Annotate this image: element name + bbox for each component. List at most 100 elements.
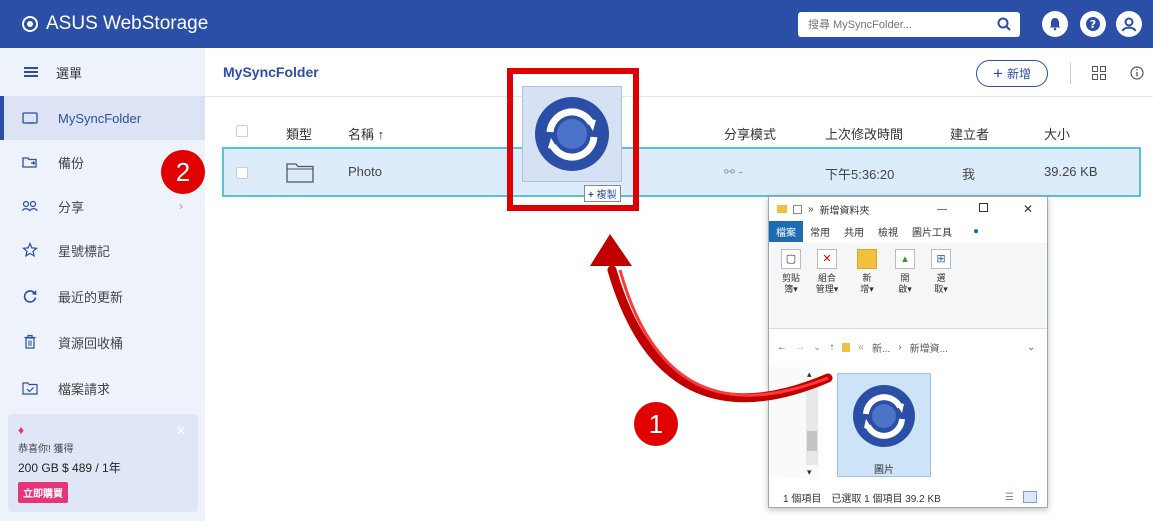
plus-icon: + [588,190,594,201]
col-creator[interactable]: 建立者 [950,124,989,143]
ribbon-label: 新 增▾ [860,273,874,294]
diamond-icon: ♦ [18,423,25,437]
plus-icon: + [993,63,1003,83]
path-separator-icon: › [898,341,902,353]
step-1-badge: 1 [634,402,678,446]
header-divider [205,96,1153,97]
sort-up-arrow-icon: ↑ [377,127,385,142]
scroll-down-icon[interactable]: ▾ [807,467,812,478]
file-label: 圖片 [874,465,894,476]
menu-toggle[interactable]: 選單 [0,48,205,96]
ribbon-label: 選 取▾ [934,273,948,294]
copy-tooltip: + 複製 [584,185,621,202]
hamburger-icon [24,67,38,77]
row-modified: 下午5:36:20 [825,167,895,182]
brand-logo-icon [22,16,38,32]
copy-label: 複製 [596,190,617,201]
row-creator: 我 [962,167,976,182]
user-avatar-icon[interactable] [1116,11,1142,37]
col-type[interactable]: 類型 [286,124,312,143]
path-overflow-icon: « [858,341,864,353]
sync-app-icon [853,385,915,447]
sidebar-item-label: 備份 [58,155,85,171]
sidebar-item-trash[interactable]: 資源回收桶 [0,320,205,364]
explorer-file-item[interactable]: 圖片 [837,373,931,477]
row-checkbox[interactable] [236,167,248,179]
trash-icon [22,334,38,350]
sidebar-item-mysyncfolder[interactable]: MySyncFolder [0,96,205,140]
tab-picture-tools[interactable]: 圖片工具 [905,221,959,242]
tab-share[interactable]: 共用 [837,221,871,242]
select-all-checkbox[interactable] [236,125,248,137]
close-window-icon[interactable]: ✕ [1023,202,1033,216]
star-icon [22,242,38,258]
col-share-mode[interactable]: 分享模式 [724,124,776,143]
help-icon[interactable]: ? [1080,11,1106,37]
folder-path-icon [842,342,851,352]
breadcrumb-current[interactable]: MySyncFolder [223,64,319,80]
sidebar-item-label: 分享 [58,199,85,215]
col-size[interactable]: 大小 [1044,124,1070,143]
row-name[interactable]: Photo [348,164,382,179]
link-icon: ⚯ [724,164,735,179]
search-input[interactable] [808,18,988,31]
add-new-label: 新增 [1006,67,1031,81]
search-icon[interactable] [996,16,1012,32]
path-current[interactable]: 新增資... [910,340,948,355]
ribbon-new-button[interactable]: 新 增▾ [853,249,881,295]
sidebar-item-label: 檔案請求 [58,381,111,397]
tab-view[interactable]: 檢視 [871,221,905,242]
file-request-icon [22,380,38,396]
add-new-button[interactable]: + 新增 [976,60,1048,87]
buy-now-button[interactable]: 立即購買 [18,482,68,503]
select-grid-icon: ⊞ [931,249,951,269]
promo-text: 恭喜你! 獲得 [18,444,74,455]
sidebar-item-recent[interactable]: 最近的更新 [0,274,205,318]
details-view-icon[interactable]: ☰ [1005,492,1014,503]
overflow-icon[interactable]: » [808,204,814,215]
explorer-titlebar: » 新增資料夾 — ✕ [769,197,1047,221]
col-modified[interactable]: 上次修改時間 [825,124,903,143]
status-selected: 已選取 1 個項目 39.2 KB [831,493,941,505]
row-share: ⚯ - [724,164,743,180]
open-icon: ▴ [895,249,915,269]
step-2-badge: 2 [161,150,205,194]
menu-label: 選單 [56,65,83,81]
row-share-value: - [738,164,743,179]
dropdown-chevron-icon[interactable]: ⌄ [1027,342,1035,353]
ribbon-select-button[interactable]: ⊞ 選 取▾ [927,249,955,295]
sidebar-item-file-request[interactable]: 檔案請求 [0,366,205,410]
brand-name: ASUS WebStorage [46,13,209,34]
svg-text:?: ? [1090,18,1096,31]
help-small-icon[interactable]: ● [973,226,979,237]
top-bar: ASUS WebStorage ? [0,0,1153,48]
sidebar-item-label: 星號標記 [58,243,111,259]
info-icon[interactable] [1130,66,1144,80]
col-name[interactable]: 名稱 ↑ [348,124,384,143]
refresh-icon [22,288,38,304]
checkbox-quick-icon[interactable] [793,204,802,214]
explorer-title: 新增資料夾 [819,205,870,217]
search-box[interactable] [798,12,1020,37]
sidebar-item-starred[interactable]: 星號標記 [0,228,205,272]
ribbon-open-button[interactable]: ▴ 開 啟▾ [891,249,919,295]
backup-icon [22,154,38,170]
folder-small-icon [777,205,787,213]
sidebar-item-label: MySyncFolder [58,110,142,126]
ribbon-label: 開 啟▾ [898,273,912,294]
explorer-status-bar: 1 個項目 已選取 1 個項目 39.2 KB ☰ [769,487,1047,507]
chevron-right-icon: › [179,199,183,213]
sidebar-item-label: 最近的更新 [58,289,124,305]
sidebar-item-label: 資源回收桶 [58,335,124,351]
minimize-icon[interactable]: — [937,204,947,215]
close-icon[interactable]: ✕ [176,424,186,438]
grid-view-icon[interactable] [1092,66,1106,80]
path-part[interactable]: 新... [872,340,890,355]
tiles-view-icon[interactable] [1023,491,1037,503]
promo-card: ✕ ♦ 恭喜你! 獲得 200 GB $ 489 / 1年 立即購買 [8,414,198,512]
new-folder-icon [857,249,877,269]
brand[interactable]: ASUS WebStorage [22,13,208,35]
notification-bell-icon[interactable] [1042,11,1068,37]
maximize-icon[interactable] [979,203,988,212]
promo-price: 200 GB $ 489 / 1年 [18,461,121,475]
